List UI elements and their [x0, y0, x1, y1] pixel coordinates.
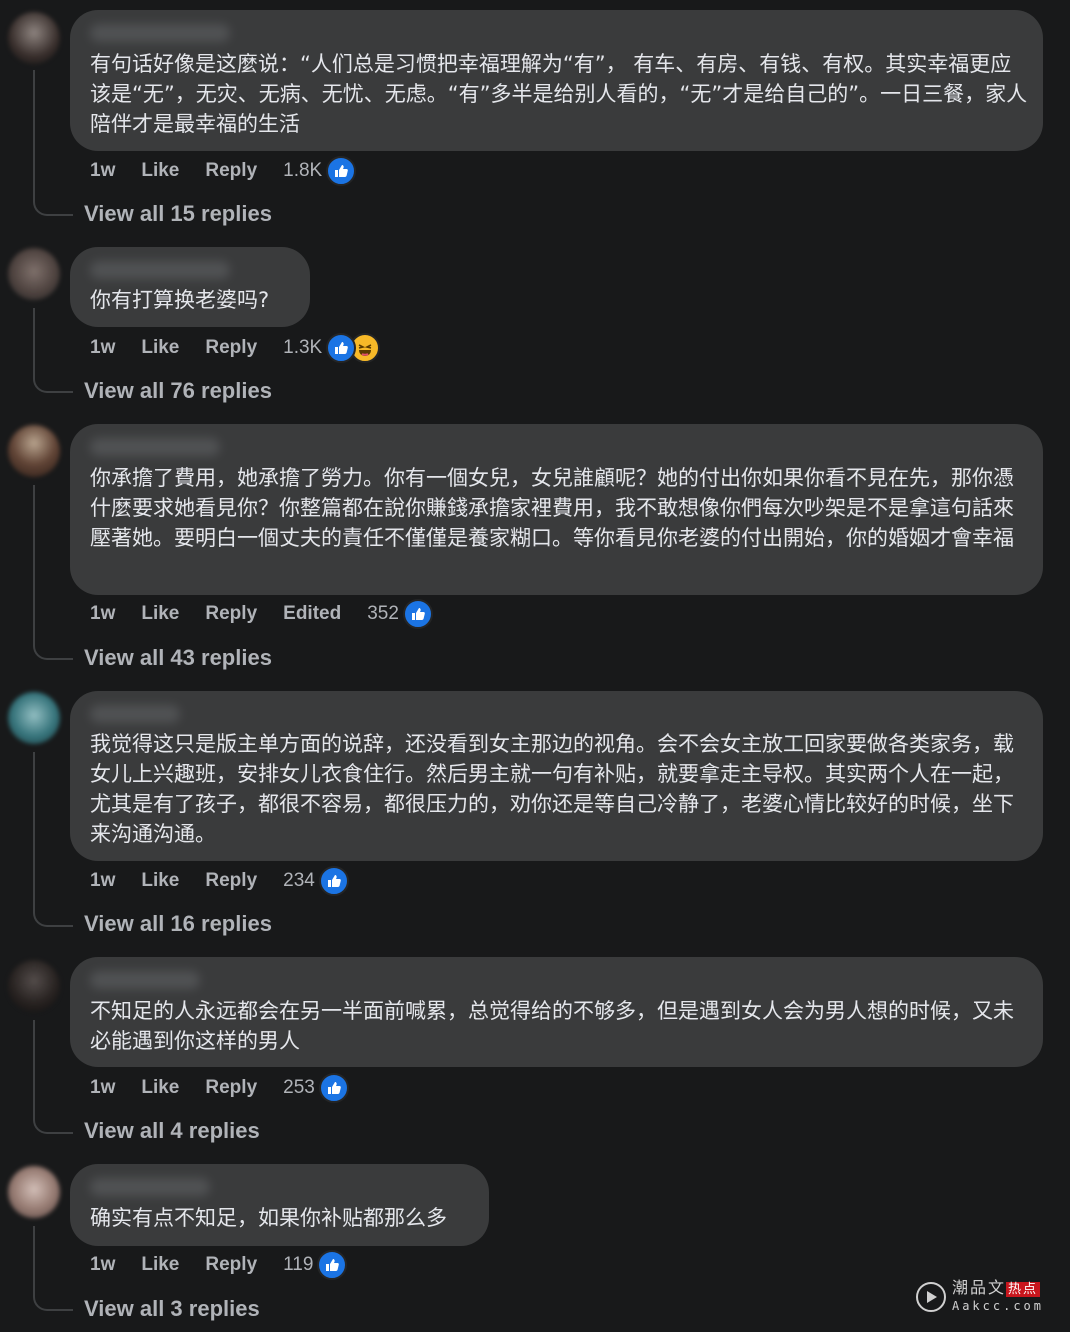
reply-button[interactable]: Reply — [205, 603, 257, 625]
reactions[interactable] — [326, 333, 381, 363]
comment-actions: 1w Like Reply Edited 352 — [90, 599, 433, 629]
avatar[interactable] — [8, 248, 60, 300]
comment-text: 不知足的人永远都会在另一半面前喊累，总觉得给的不够多，但是遇到女人会为男人想的时… — [90, 999, 1014, 1053]
comment-actions: 1w Like Reply 253 — [90, 1073, 349, 1103]
watermark: 潮品文 热点 Aakcc.com — [915, 1280, 1044, 1314]
comment-bubble: 确实有点不知足，如果你补贴都那么多 — [70, 1164, 489, 1246]
reply-button[interactable]: Reply — [205, 160, 257, 182]
avatar[interactable] — [8, 12, 60, 64]
comment-bubble: 有句话好像是这麼说：“人们总是习惯把幸福理解为“有”， 有车、有房、有钱、有权。… — [70, 10, 1043, 151]
reply-button[interactable]: Reply — [205, 337, 257, 359]
thread-line — [33, 485, 73, 660]
comment-text: 有句话好像是这麼说：“人们总是习惯把幸福理解为“有”， 有车、有房、有钱、有权。… — [90, 52, 1028, 136]
like-button[interactable]: Like — [141, 1077, 179, 1099]
timestamp[interactable]: 1w — [90, 1077, 115, 1099]
reactions[interactable] — [317, 1250, 348, 1280]
author-name[interactable] — [90, 24, 230, 42]
comment-text: 你有打算换老婆吗? — [90, 288, 270, 312]
watermark-text: 潮品文 热点 Aakcc.com — [952, 1280, 1044, 1314]
thread-line — [33, 308, 73, 393]
view-replies-link[interactable]: View all 4 replies — [84, 1118, 260, 1144]
view-replies-link[interactable]: View all 15 replies — [84, 201, 272, 227]
like-button[interactable]: Like — [141, 1254, 179, 1276]
author-name[interactable] — [90, 705, 180, 723]
view-replies-link[interactable]: View all 16 replies — [84, 911, 272, 937]
author-name[interactable] — [90, 1178, 210, 1196]
play-icon — [915, 1282, 946, 1312]
watermark-brand: 潮品文 — [951, 1278, 1006, 1297]
timestamp[interactable]: 1w — [90, 160, 115, 182]
comment-actions: 1w Like Reply 1.3K — [90, 333, 381, 363]
reactions[interactable] — [402, 599, 433, 629]
thumbs-up-icon — [318, 866, 349, 896]
thread-line — [33, 1226, 73, 1311]
timestamp[interactable]: 1w — [90, 1254, 115, 1276]
avatar[interactable] — [8, 692, 60, 744]
watermark-badge: 热点 — [1005, 1282, 1040, 1297]
thread-line — [33, 70, 73, 216]
comment-actions: 1w Like Reply 119 — [90, 1250, 348, 1280]
comment-text: 我觉得这只是版主单方面的说辞，还没看到女主那边的视角。会不会女主放工回家要做各类… — [90, 732, 1014, 846]
reaction-count[interactable]: 352 — [367, 603, 399, 625]
reaction-count[interactable]: 253 — [283, 1077, 315, 1099]
thread-line — [33, 1020, 73, 1134]
reaction-count[interactable]: 234 — [283, 870, 315, 892]
comment-actions: 1w Like Reply 1.8K — [90, 156, 357, 186]
reactions[interactable] — [318, 866, 349, 896]
thumbs-up-icon — [326, 156, 357, 186]
thumbs-up-icon — [318, 1073, 349, 1103]
author-name[interactable] — [90, 261, 230, 279]
thumbs-up-icon — [326, 333, 357, 363]
timestamp[interactable]: 1w — [90, 870, 115, 892]
comment-text: 确实有点不知足，如果你补贴都那么多 — [90, 1206, 447, 1230]
thumbs-up-icon — [317, 1250, 348, 1280]
view-replies-link[interactable]: View all 76 replies — [84, 378, 272, 404]
avatar[interactable] — [8, 1166, 60, 1218]
like-button[interactable]: Like — [141, 603, 179, 625]
author-name[interactable] — [90, 971, 200, 989]
comment-bubble: 我觉得这只是版主单方面的说辞，还没看到女主那边的视角。会不会女主放工回家要做各类… — [70, 691, 1043, 861]
reaction-count[interactable]: 1.3K — [283, 337, 322, 359]
reactions[interactable] — [318, 1073, 349, 1103]
author-name[interactable] — [90, 438, 220, 456]
comment-text: 你承擔了費用，她承擔了勞力。你有一個女兒，女兒誰顧呢？她的付出你如果你看不見在先… — [90, 466, 1014, 550]
view-replies-link[interactable]: View all 3 replies — [84, 1296, 260, 1322]
reply-button[interactable]: Reply — [205, 870, 257, 892]
comment-bubble: 你承擔了費用，她承擔了勞力。你有一個女兒，女兒誰顧呢？她的付出你如果你看不見在先… — [70, 424, 1043, 595]
reply-button[interactable]: Reply — [205, 1077, 257, 1099]
reaction-count[interactable]: 119 — [283, 1254, 313, 1276]
comment-actions: 1w Like Reply 234 — [90, 866, 349, 896]
timestamp[interactable]: 1w — [90, 337, 115, 359]
watermark-top: 潮品文 热点 — [952, 1280, 1044, 1298]
comment-bubble: 不知足的人永远都会在另一半面前喊累，总觉得给的不够多，但是遇到女人会为男人想的时… — [70, 957, 1043, 1067]
reactions[interactable] — [326, 156, 357, 186]
view-replies-link[interactable]: View all 43 replies — [84, 645, 272, 671]
edited-label[interactable]: Edited — [283, 603, 341, 625]
reply-button[interactable]: Reply — [205, 1254, 257, 1276]
thread-line — [33, 752, 73, 927]
comment-bubble: 你有打算换老婆吗? — [70, 247, 310, 327]
timestamp[interactable]: 1w — [90, 603, 115, 625]
watermark-url: Aakcc.com — [951, 1299, 1044, 1313]
avatar[interactable] — [8, 425, 60, 477]
thumbs-up-icon — [402, 599, 433, 629]
like-button[interactable]: Like — [141, 337, 179, 359]
like-button[interactable]: Like — [141, 160, 179, 182]
avatar[interactable] — [8, 960, 60, 1012]
like-button[interactable]: Like — [141, 870, 179, 892]
reaction-count[interactable]: 1.8K — [283, 160, 322, 182]
